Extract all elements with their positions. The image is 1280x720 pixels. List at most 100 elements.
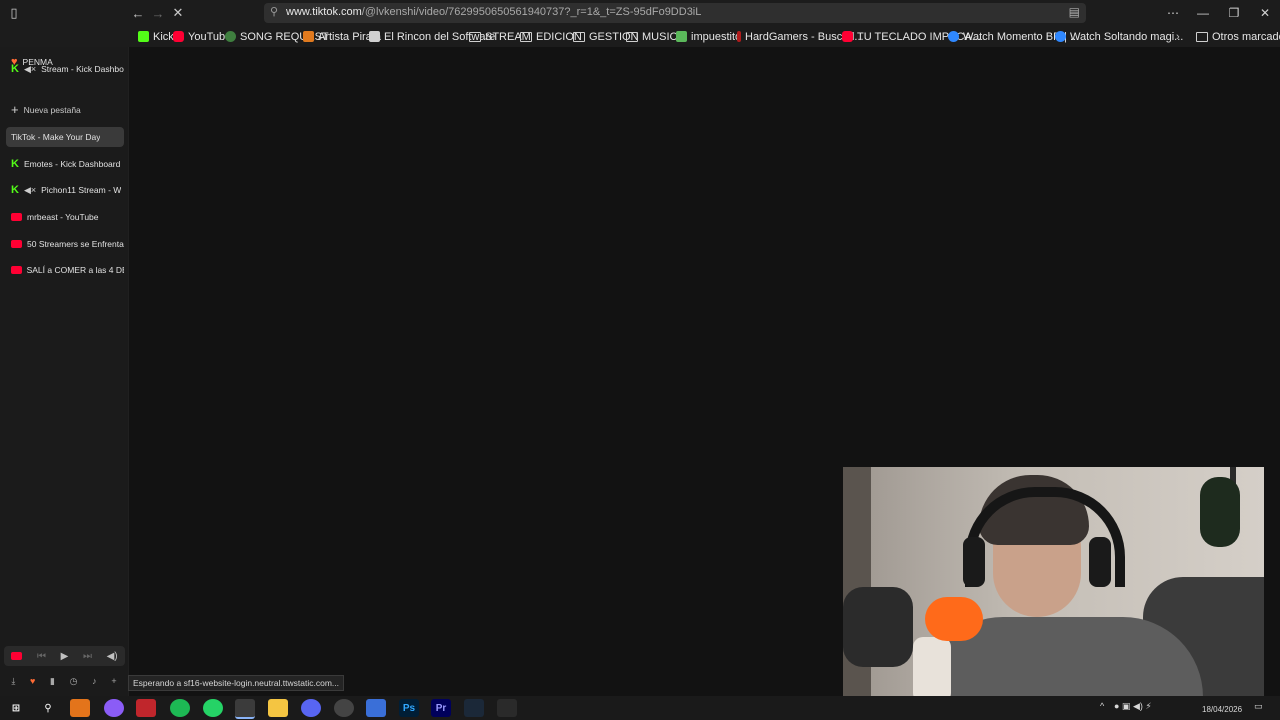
browser-titlebar: ▯ ← → ✕ ⚲ www.tiktok.com/@lvkenshi/video… (0, 0, 1280, 26)
previous-track-icon[interactable]: ⏮ (37, 651, 46, 662)
youtube-icon (11, 266, 22, 274)
tabs-sidebar: ♥ PENMA K ◀× Stream - Kick Dashboa + Nueva p… (0, 47, 128, 696)
forward-icon[interactable]: → (147, 3, 169, 23)
app-icon[interactable] (136, 699, 156, 717)
bookmark-label: Otros marcadores (1212, 30, 1280, 43)
app-icon[interactable] (104, 699, 124, 717)
address-text[interactable]: www.tiktok.com/@lvkenshi/video/762995065… (286, 6, 701, 18)
tab-label: Stream - Kick Dashboa (41, 64, 124, 74)
youtube-icon (173, 31, 184, 42)
youtube-icon (11, 240, 22, 248)
bookmark-folder[interactable]: Otros marcadores (1196, 29, 1280, 44)
hardgamers-icon (737, 31, 741, 42)
new-tab-button[interactable]: + Nueva pestaña (6, 100, 124, 120)
stop-icon[interactable]: ✕ (167, 3, 189, 23)
address-bar[interactable]: ⚲ www.tiktok.com/@lvkenshi/video/7629950… (264, 3, 1086, 23)
bookmark-label: impuestito (691, 30, 742, 43)
folder-icon (573, 31, 585, 42)
app-icon[interactable] (497, 699, 517, 717)
windows-start-icon[interactable]: ⊞ (6, 699, 26, 717)
tab-label: mrbeast - YouTube (27, 212, 99, 222)
menu-icon[interactable]: ⋯ (1158, 3, 1188, 23)
taskbar: ⊞ ⚲ Ps Pr ^ ● ▣ ◀) ⚡ 18/04/2026 ▭ (0, 696, 1280, 720)
tab-emotes[interactable]: K Emotes - Kick Dashboard (6, 154, 124, 174)
chevron-right-icon[interactable]: › (1176, 29, 1180, 44)
tab-mrbeast[interactable]: mrbeast - YouTube (6, 207, 124, 227)
url-path: /@lvkenshi/video/7629950650561940737?_r=… (361, 6, 702, 18)
file-explorer-icon[interactable] (268, 699, 288, 717)
media-controls: ⏮ ▶ ⏭ ◀) (4, 646, 125, 666)
sidebar-footer: ⤓ ♥ ▮ ◷ ♪ + (4, 674, 124, 688)
spotify-icon[interactable] (170, 699, 190, 717)
site-info-icon[interactable]: ⚲ (270, 5, 278, 18)
webcam-door (843, 467, 871, 703)
photoshop-icon[interactable]: Ps (399, 699, 419, 717)
download-icon[interactable]: ⤓ (11, 676, 15, 687)
bookmark-item[interactable]: impuestito (676, 29, 741, 44)
close-icon[interactable]: ✕ (1250, 3, 1280, 23)
tray-chevron-icon[interactable]: ^ (1100, 701, 1104, 711)
folder-icon (469, 31, 481, 42)
youtube-icon (842, 31, 853, 42)
microphone-body (913, 637, 951, 703)
search-icon[interactable]: ⚲ (38, 699, 58, 717)
app-icon[interactable] (366, 699, 386, 717)
steam-icon[interactable] (464, 699, 484, 717)
notifications-icon[interactable]: ▭ (1254, 701, 1263, 712)
headphones-cup (1089, 537, 1111, 587)
tab-label: SALÍ a COMER a las 4 DE (26, 265, 124, 275)
go-icon (1055, 31, 1066, 42)
kick-icon: K (11, 63, 19, 75)
go-icon (948, 31, 959, 42)
trash-icon[interactable]: ▮ (50, 676, 55, 687)
next-track-icon[interactable]: ⏭ (83, 651, 92, 662)
tab-pichon11[interactable]: K ◀× Pichon11 Stream - W (6, 180, 124, 200)
speaker-muted-icon[interactable]: ◀× (24, 64, 36, 75)
url-domain: www.tiktok.com (286, 6, 362, 18)
tab-label: 50 Streamers se Enfrenta (27, 239, 124, 249)
pinned-tab[interactable]: K ◀× Stream - Kick Dashboa (6, 59, 124, 79)
heart-icon[interactable]: ♥ (30, 676, 35, 686)
tab-sali-a-comer[interactable]: SALÍ a COMER a las 4 DE (6, 260, 124, 280)
sidebar-toggle-icon[interactable]: ▯ (3, 3, 25, 23)
tiktok-icon[interactable]: ♪ (92, 676, 97, 686)
minimize-icon[interactable]: — (1188, 3, 1218, 23)
back-icon[interactable]: ← (127, 3, 149, 23)
play-icon[interactable]: ▶ (61, 651, 69, 662)
maximize-icon[interactable]: ❐ (1219, 3, 1249, 23)
tab-tiktok[interactable]: TikTok - Make Your Day (6, 127, 124, 147)
discord-icon[interactable] (301, 699, 321, 717)
fl-studio-icon[interactable] (70, 699, 90, 717)
bookmark-item[interactable]: YouTube (173, 29, 231, 44)
plus-icon: + (11, 102, 19, 117)
kick-icon: K (11, 158, 19, 170)
microphone-pop-filter (925, 597, 983, 641)
bookmark-label: Watch Soltando magi... (1070, 30, 1184, 43)
tray-date: 18/04/2026 (1202, 705, 1243, 714)
bookmark-label: Kick (153, 30, 174, 43)
reader-mode-icon[interactable]: ▤ (1069, 5, 1080, 19)
speaker-muted-icon[interactable]: ◀× (24, 185, 36, 196)
bookmark-item[interactable]: Kick (138, 29, 174, 44)
guitar (1200, 477, 1240, 547)
headphones-cup (963, 537, 985, 587)
tab-50-streamers[interactable]: 50 Streamers se Enfrenta (6, 234, 124, 254)
browser-icon[interactable] (235, 699, 255, 719)
status-bar: Esperando a sf16-website-login.neutral.t… (128, 675, 344, 691)
premiere-icon[interactable]: Pr (431, 699, 451, 717)
history-icon[interactable]: ◷ (70, 676, 78, 687)
tab-label: TikTok - Make Your Day (11, 132, 101, 142)
bookmarks-bar: Kick YouTube SONG REQUEST Artista Pirata… (0, 26, 1280, 47)
volume-icon[interactable]: ◀) (107, 651, 118, 662)
folder-icon (1196, 31, 1208, 42)
new-tab-label: Nueva pestaña (23, 105, 81, 115)
add-icon[interactable]: + (111, 676, 116, 686)
tray-icons[interactable]: ● ▣ ◀) ⚡ (1114, 701, 1152, 712)
whatsapp-icon[interactable] (203, 699, 223, 717)
bookmark-item[interactable]: Watch Soltando magi... (1055, 29, 1183, 44)
impuestito-icon (676, 31, 687, 42)
artista-pirata-icon (303, 31, 314, 42)
obs-icon[interactable] (334, 699, 354, 717)
tab-label: Emotes - Kick Dashboard (23, 159, 121, 169)
youtube-icon (11, 213, 22, 221)
